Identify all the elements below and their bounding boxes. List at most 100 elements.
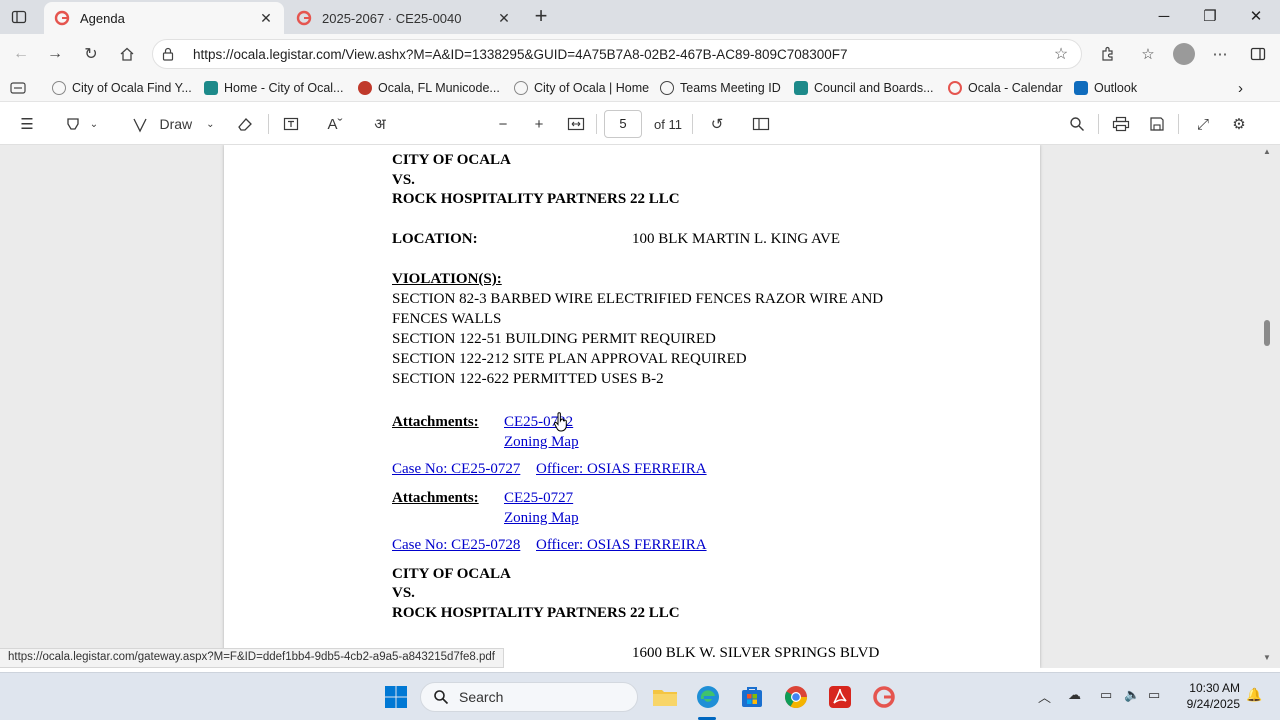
toolbar-divider <box>692 114 693 134</box>
onedrive-icon[interactable]: ☁ <box>1068 687 1081 703</box>
home-icon[interactable] <box>114 42 140 66</box>
pdf-viewer[interactable]: CITY OF OCALA VS. ROCK HOSPITALITY PARTN… <box>0 145 1280 668</box>
favorite-item[interactable]: Home - City of Ocal... <box>204 78 343 98</box>
clock-date: 9/24/2025 <box>1186 697 1240 711</box>
file-explorer-icon[interactable] <box>651 683 679 711</box>
taskbar-search-box[interactable]: Search <box>420 682 638 712</box>
text-box-icon[interactable] <box>280 112 302 136</box>
fullscreen-icon[interactable]: ⤢ <box>1192 112 1214 136</box>
hand-cursor-icon <box>553 412 567 432</box>
new-tab-button[interactable]: + <box>528 4 554 30</box>
favorites-icon[interactable]: ☆ <box>1134 42 1162 66</box>
favorite-label: Council and Boards... <box>814 81 934 95</box>
attachment-link[interactable]: Zoning Map <box>504 434 579 451</box>
scrollbar-thumb[interactable] <box>1264 320 1270 346</box>
contents-icon[interactable]: ☰ <box>16 112 38 136</box>
favorite-item[interactable]: Ocala - Calendar <box>948 78 1063 98</box>
close-tab-icon[interactable]: ✕ <box>258 10 274 27</box>
favorite-item[interactable]: City of Ocala | Home <box>514 78 649 98</box>
read-aloud-icon[interactable]: Aˇ <box>324 112 346 136</box>
favorite-label: Home - City of Ocal... <box>224 81 344 95</box>
draw-button[interactable]: Draw ⌄ <box>126 112 220 136</box>
close-tab-icon[interactable]: ✕ <box>496 10 512 27</box>
acrobat-icon[interactable] <box>826 683 854 711</box>
chrome-icon[interactable] <box>782 683 810 711</box>
scroll-down-icon[interactable]: ▼ <box>1262 653 1272 662</box>
address-bar[interactable]: https://ocala.legistar.com/View.ashx?M=A… <box>152 39 1082 69</box>
clock[interactable]: 10:30 AM 9/24/2025 <box>1178 680 1240 712</box>
search-icon <box>434 690 449 705</box>
scroll-up-icon[interactable]: ▲ <box>1262 147 1272 156</box>
back-icon[interactable]: ← <box>8 42 34 66</box>
close-window-button[interactable]: ✕ <box>1236 4 1276 30</box>
google-icon <box>296 10 312 26</box>
start-button[interactable] <box>382 683 410 711</box>
violation-line: SECTION 122-51 BUILDING PERMIT REQUIRED <box>392 331 716 347</box>
google-icon <box>948 81 962 95</box>
windows-icon <box>385 686 407 708</box>
settings-gear-icon[interactable]: ⚙ <box>1228 112 1250 136</box>
party-defendant: ROCK HOSPITALITY PARTNERS 22 LLC <box>392 605 680 621</box>
print-icon[interactable] <box>1110 112 1132 136</box>
display-icon[interactable]: ▭ <box>1100 687 1112 703</box>
tab-case[interactable]: 2025-2067 · CE25-0040 ✕ <box>286 2 522 34</box>
favorite-star-icon[interactable]: ☆ <box>1049 44 1073 64</box>
attachments-label: Attachments: <box>392 490 479 506</box>
outlook-icon <box>1074 81 1088 95</box>
show-hidden-icons-icon[interactable]: ︿ <box>1038 687 1051 706</box>
pen-icon <box>133 118 148 133</box>
notifications-icon[interactable]: 🔔 <box>1246 687 1262 703</box>
favorite-item[interactable]: Council and Boards... <box>794 78 934 98</box>
edge-icon[interactable] <box>694 683 722 711</box>
ocala-icon <box>52 81 66 95</box>
pdf-toolbar: ☰ ⌄ Draw ⌄ Aˇ अ − + 5 of 11 ↺ ⤢ ⚙ <box>0 103 1280 145</box>
teams-icon <box>794 81 808 95</box>
tab-title: Agenda <box>80 10 125 26</box>
party-plaintiff: CITY OF OCALA <box>392 152 511 168</box>
officer-link[interactable]: Officer: OSIAS FERREIRA <box>536 461 707 478</box>
translate-icon[interactable]: अ <box>368 112 392 136</box>
attachment-link[interactable]: Zoning Map <box>504 510 579 527</box>
page-number-input[interactable]: 5 <box>604 110 642 138</box>
forward-icon[interactable]: → <box>42 42 68 66</box>
chevron-right-icon[interactable]: › <box>1238 78 1243 98</box>
extensions-icon[interactable] <box>1094 42 1122 66</box>
case-number-link[interactable]: Case No: CE25-0728 <box>392 537 520 554</box>
vertical-scrollbar[interactable]: ▲ ▼ <box>1262 145 1272 668</box>
favorite-item[interactable]: City of Ocala Find Y... <box>52 78 192 98</box>
title-bar: Agenda ✕ 2025-2067 · CE25-0040 ✕ + ─ ❐ ✕ <box>0 0 1280 34</box>
rotate-icon[interactable]: ↺ <box>706 112 728 136</box>
pdf-page: CITY OF OCALA VS. ROCK HOSPITALITY PARTN… <box>224 145 1040 668</box>
status-bar-url: https://ocala.legistar.com/gateway.aspx?… <box>0 648 504 668</box>
microsoft-store-icon[interactable] <box>738 683 766 711</box>
zoom-out-icon[interactable]: − <box>492 112 514 136</box>
toolbar-divider <box>596 114 597 134</box>
google-icon[interactable] <box>870 683 898 711</box>
volume-icon[interactable]: 🔈 <box>1124 687 1140 703</box>
officer-link[interactable]: Officer: OSIAS FERREIRA <box>536 537 707 554</box>
battery-icon[interactable]: ▭ <box>1148 687 1160 703</box>
attachment-link[interactable]: CE25-0727 <box>504 490 573 507</box>
refresh-icon[interactable]: ↻ <box>78 42 104 66</box>
tab-agenda[interactable]: Agenda ✕ <box>44 2 284 34</box>
profile-button[interactable] <box>1170 42 1198 66</box>
page-view-icon[interactable] <box>750 112 772 136</box>
minimize-button[interactable]: ─ <box>1144 4 1184 30</box>
site-info-icon[interactable] <box>161 47 179 61</box>
eraser-icon[interactable] <box>234 112 256 136</box>
favorite-item[interactable]: Teams Meeting ID <box>660 78 781 98</box>
highlight-button[interactable]: ⌄ <box>58 112 104 136</box>
favorite-item[interactable]: Outlook <box>1074 78 1137 98</box>
fit-page-icon[interactable] <box>564 112 588 136</box>
more-options-icon[interactable]: ⋯ <box>1206 42 1234 66</box>
favorite-item[interactable]: Ocala, FL Municode... <box>358 78 500 98</box>
case-number-link[interactable]: Case No: CE25-0727 <box>392 461 520 478</box>
search-icon[interactable] <box>1066 112 1088 136</box>
save-icon[interactable] <box>1146 112 1168 136</box>
tab-actions-button[interactable] <box>6 6 32 28</box>
clock-time: 10:30 AM <box>1189 681 1240 695</box>
zoom-in-icon[interactable]: + <box>528 112 550 136</box>
favorites-manage-icon[interactable] <box>10 78 26 98</box>
restore-button[interactable]: ❐ <box>1190 4 1230 30</box>
sidebar-toggle-icon[interactable] <box>1244 42 1272 66</box>
